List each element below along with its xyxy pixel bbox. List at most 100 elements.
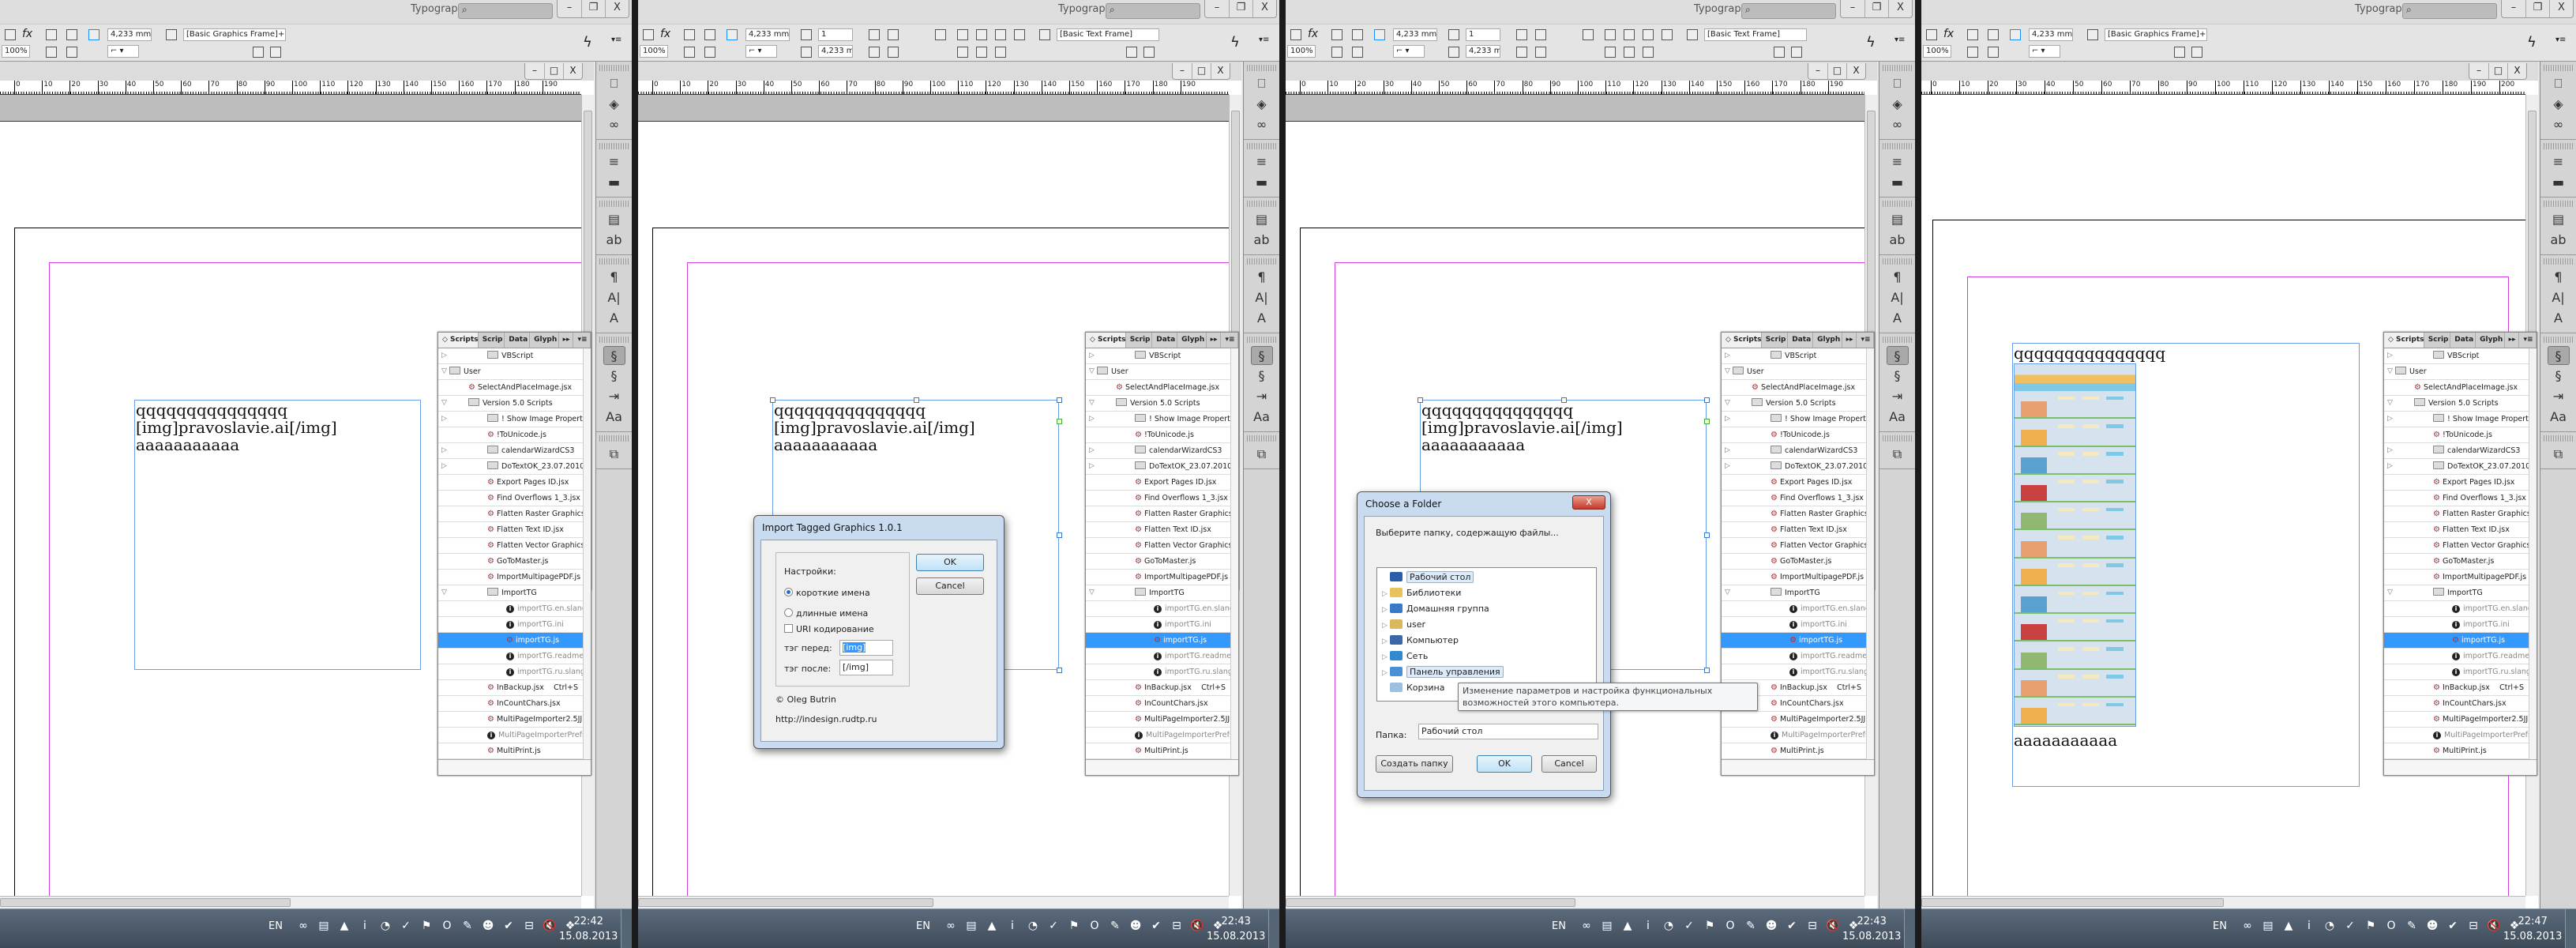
paragraph-icon[interactable]: ¶ — [2548, 268, 2570, 287]
dock-grip[interactable] — [1247, 65, 1276, 71]
fit-content-icon[interactable] — [1352, 47, 1363, 58]
stroke-icon[interactable]: ≡ — [1887, 152, 1909, 171]
links-icon[interactable]: ∞ — [1251, 115, 1273, 134]
script-list-item[interactable]: ⚙ MultiPageImporter2.5JJB.jsx — [1722, 712, 1874, 728]
corner-shape-dropdown[interactable]: ⌐ ▾ — [745, 45, 777, 58]
opacity-field[interactable]: 100% — [1287, 45, 1316, 58]
outlook-icon[interactable]: O — [1087, 919, 1102, 933]
script-list-item[interactable]: ⚙Flatten Raster Graphics ID.jsx — [1086, 506, 1238, 522]
dock-grip[interactable] — [1883, 201, 1912, 207]
text-wrap-icon[interactable]: ▤ — [603, 210, 625, 229]
creative-cloud-icon[interactable]: ∞ — [1579, 919, 1594, 933]
script-list-item[interactable]: ⚙ !ToUnicode.js — [1086, 427, 1238, 443]
hyperlinks-icon[interactable]: ab — [1887, 231, 1909, 250]
frame-handle[interactable] — [1057, 668, 1062, 673]
tab-data-merge[interactable]: Data — [1152, 333, 1178, 348]
align-bottom-icon[interactable] — [888, 47, 899, 58]
doc-close-button[interactable]: X — [563, 63, 582, 79]
align-center-icon[interactable] — [888, 29, 899, 40]
show-desktop-button[interactable] — [1904, 909, 1915, 948]
horizontal-scrollbar[interactable] — [1921, 896, 2525, 908]
expanded-triangle-icon[interactable]: ▽ — [441, 585, 447, 600]
corner-shape-dropdown[interactable]: ⌐ ▾ — [107, 45, 139, 58]
script-list-item[interactable]: ▷ DoTextOK_23.07.2010 — [1086, 459, 1238, 475]
dock-grip[interactable] — [2544, 201, 2573, 207]
text-wrap-icon[interactable]: ▤ — [1251, 210, 1273, 229]
stroke-weight-icon[interactable] — [727, 29, 738, 40]
dock-grip[interactable] — [599, 435, 629, 442]
script-list-item[interactable]: ▽ Version 5.0 Scripts — [2384, 396, 2537, 412]
script-list-item[interactable]: i importTG.ini — [438, 617, 591, 633]
gutter-icon[interactable] — [801, 47, 812, 58]
google-drive-icon[interactable]: ▲ — [985, 919, 999, 933]
dock-grip[interactable] — [1247, 258, 1276, 265]
gutter-field[interactable]: 4,233 m — [1466, 45, 1500, 58]
layers-icon[interactable]: ◈ — [603, 95, 625, 114]
script-list-item[interactable]: ⚙ Flatten Text ID.jsx — [2384, 522, 2537, 538]
expanded-triangle-icon[interactable]: ▽ — [2387, 396, 2393, 411]
align-stroke-center-icon[interactable] — [46, 29, 57, 40]
close-button[interactable]: X — [1252, 0, 1276, 17]
character-icon[interactable]: A| — [603, 288, 625, 307]
cancel-button[interactable]: Cancel — [1541, 755, 1597, 773]
align-bottom-edges-icon[interactable] — [995, 47, 1006, 58]
gradient-icon[interactable]: ▬ — [1251, 173, 1273, 192]
script-list-item[interactable]: i importTG.ru.slang — [1086, 664, 1238, 680]
tab-glyphs[interactable]: Glyph — [530, 333, 559, 348]
object-style-icon[interactable] — [1039, 29, 1050, 40]
volume-muted-icon[interactable]: 🔇 — [2487, 919, 2501, 933]
align-justify-icon[interactable] — [1516, 47, 1527, 58]
info-icon[interactable]: i — [2302, 919, 2316, 933]
minimize-button[interactable]: – — [1205, 0, 1229, 17]
minimize-button[interactable]: – — [1841, 0, 1864, 17]
scroll-thumb[interactable] — [0, 898, 291, 907]
sync-check-icon[interactable]: ✔ — [2446, 919, 2460, 933]
close-button[interactable]: X — [2549, 0, 2573, 17]
script-list-item[interactable]: i importTG.ini — [1722, 617, 1874, 633]
tab-glyphs[interactable]: Glyph — [2476, 333, 2505, 348]
align-top-edges-icon[interactable] — [1605, 47, 1616, 58]
align-left-edges-icon[interactable] — [1605, 29, 1616, 40]
align-stroke-inside-icon[interactable] — [1988, 29, 1999, 40]
doc-close-button[interactable]: X — [2507, 63, 2526, 79]
frame-handle[interactable] — [1704, 668, 1710, 673]
collapsed-triangle-icon[interactable]: ▷ — [1089, 459, 1095, 474]
author-url[interactable]: http://indesign.rudtp.ru — [775, 714, 877, 724]
align-top-edges-icon[interactable] — [957, 47, 968, 58]
script-list-item[interactable]: i importTG.en.slang — [1086, 601, 1238, 617]
align-left-edges-icon[interactable] — [957, 29, 968, 40]
glyphs-icon[interactable]: Aa — [1251, 408, 1273, 427]
network-tray-icon[interactable]: ⊟ — [522, 919, 536, 933]
object-style-dropdown[interactable]: [Basic Graphics Frame]+ — [183, 28, 286, 41]
expanded-triangle-icon[interactable]: ▽ — [1725, 585, 1730, 600]
language-indicator[interactable]: EN — [2213, 920, 2227, 932]
text-wrap-icon[interactable]: ▤ — [1887, 210, 1909, 229]
script-list-item[interactable]: ⚙Flatten Vector Graphics ID.js — [438, 538, 591, 554]
script-list-item[interactable]: ▷ VBScript — [2384, 348, 2537, 364]
clear-overrides-icon[interactable] — [2174, 47, 2185, 58]
spy-icon[interactable]: ☻ — [1764, 919, 1778, 933]
doc-maximize-button[interactable]: □ — [544, 63, 563, 79]
close-button[interactable]: X — [1572, 495, 1605, 510]
long-names-radio[interactable]: длинные имена — [784, 608, 868, 619]
align-h-centers-icon[interactable] — [1624, 29, 1635, 40]
script-list-item[interactable]: ⚙ Flatten Text ID.jsx — [1722, 522, 1874, 538]
expanded-triangle-icon[interactable]: ▽ — [1089, 396, 1095, 411]
clear-attributes-icon[interactable] — [1791, 47, 1802, 58]
script-list-item[interactable]: ⚙ InBackup.jsx Ctrl+S — [438, 680, 591, 696]
panel-expand-icon[interactable]: ▸▸ — [559, 333, 574, 348]
script-list-item[interactable]: ⚙ InBackup.jsx Ctrl+S — [2384, 680, 2537, 696]
taskbar-clock[interactable]: 22:43 15.08.2013 — [1207, 914, 1265, 944]
pages-icon[interactable]: ⎕ — [2548, 74, 2570, 93]
script-list-item[interactable]: i importTG.readme.ru — [2384, 649, 2537, 664]
network-tray-icon[interactable]: ⊟ — [1805, 919, 1819, 933]
google-drive-icon[interactable]: ▲ — [337, 919, 351, 933]
folder-tree-item[interactable]: ▷ user — [1377, 617, 1596, 633]
placed-graphic-pravoslavie[interactable] — [2014, 363, 2136, 727]
feather-icon[interactable]: ✎ — [1744, 919, 1758, 933]
align-stroke-center-icon[interactable] — [684, 29, 695, 40]
sync-check-icon[interactable]: ✔ — [1785, 919, 1799, 933]
columns-icon[interactable] — [1448, 29, 1459, 40]
collapsed-triangle-icon[interactable]: ▷ — [1725, 412, 1730, 427]
fit-content-icon[interactable] — [704, 47, 715, 58]
